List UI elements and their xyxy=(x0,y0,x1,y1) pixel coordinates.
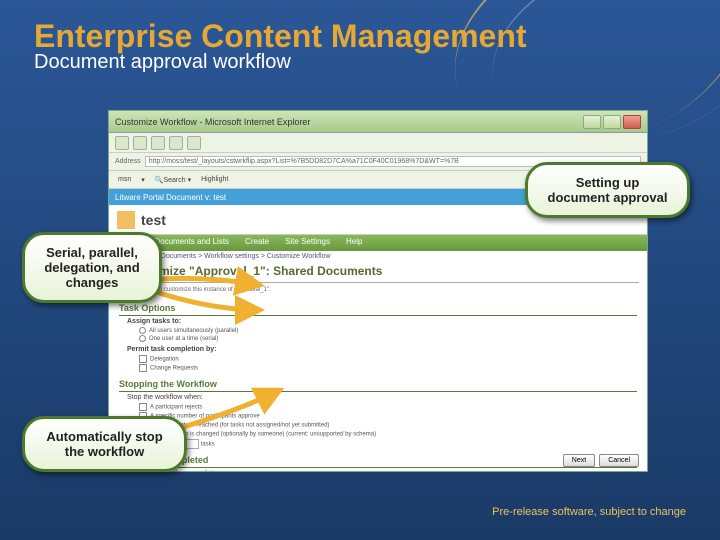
permit-label: Permit task completion by: xyxy=(127,346,216,353)
stop-icon[interactable] xyxy=(151,136,165,150)
site-nav: Home Documents and Lists Create Site Set… xyxy=(109,235,647,251)
maximize-button[interactable] xyxy=(603,115,621,129)
minimize-button[interactable] xyxy=(583,115,601,129)
address-label: Address xyxy=(115,158,141,165)
radio-parallel[interactable] xyxy=(139,327,146,334)
search-icon[interactable]: 🔍Search ▾ xyxy=(152,176,194,184)
slide-title: Enterprise Content Management xyxy=(34,18,686,55)
callout-setting-up: Setting up document approval xyxy=(525,162,690,218)
page-content: test > Shared Documents > Workflow setti… xyxy=(109,251,647,471)
checkbox-reject[interactable] xyxy=(139,403,147,411)
highlight-icon[interactable]: Highlight xyxy=(198,176,231,183)
radio-serial[interactable] xyxy=(139,335,146,342)
section-completed: Workflow Completed xyxy=(119,453,637,468)
titlebar: Customize Workflow - Microsoft Internet … xyxy=(109,111,647,133)
callout-serial-parallel: Serial, parallel, delegation, and change… xyxy=(22,232,162,303)
toolbar xyxy=(109,133,647,153)
page-description: Use this page to customize this instance… xyxy=(109,283,647,297)
back-icon[interactable] xyxy=(115,136,129,150)
completed-label: When the workflow completes: xyxy=(119,468,637,471)
home-icon[interactable] xyxy=(187,136,201,150)
page-title: Customize "Approval_1": Shared Documents xyxy=(117,262,639,283)
checkbox-changereq[interactable] xyxy=(139,364,147,372)
stop-label: Stop the workflow when: xyxy=(119,392,637,403)
checkbox-delegation[interactable] xyxy=(139,355,147,363)
callout-auto-stop: Automatically stop the workflow xyxy=(22,416,187,472)
refresh-icon[interactable] xyxy=(169,136,183,150)
nav-settings[interactable]: Site Settings xyxy=(277,235,338,251)
nav-create[interactable]: Create xyxy=(237,235,277,251)
cancel-button[interactable]: Cancel xyxy=(599,454,639,467)
window-title: Customize Workflow - Microsoft Internet … xyxy=(115,117,583,127)
site-logo-icon xyxy=(117,211,135,229)
section-task-options: Task Options xyxy=(119,301,637,316)
forward-icon[interactable] xyxy=(133,136,147,150)
footer-note: Pre-release software, subject to change xyxy=(492,506,686,518)
section-stopping: Stopping the Workflow xyxy=(119,377,637,392)
close-button[interactable] xyxy=(623,115,641,129)
assign-label: Assign tasks to: xyxy=(127,318,181,325)
msn-icon: msn xyxy=(115,176,134,183)
site-name: test xyxy=(141,212,166,228)
next-button[interactable]: Next xyxy=(563,454,595,467)
nav-help[interactable]: Help xyxy=(338,235,370,251)
breadcrumb: test > Shared Documents > Workflow setti… xyxy=(109,251,647,262)
